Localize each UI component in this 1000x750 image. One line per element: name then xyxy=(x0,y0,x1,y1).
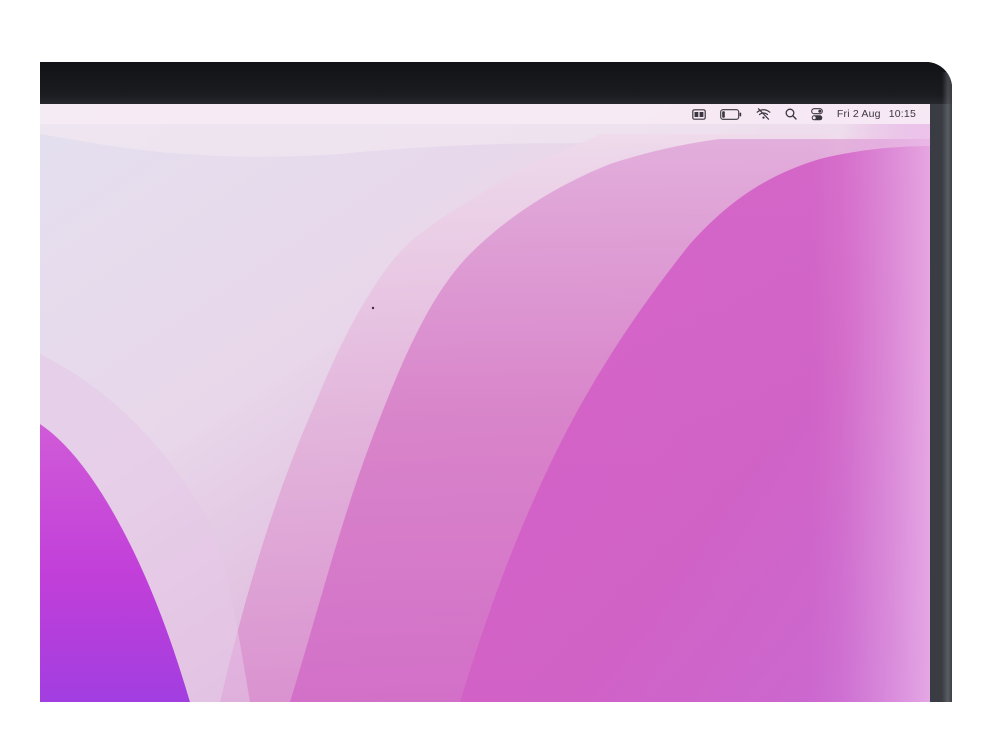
menubar-date[interactable]: Fri 2 Aug xyxy=(837,108,881,120)
control-center-icon[interactable] xyxy=(811,104,823,124)
search-icon[interactable] xyxy=(785,104,797,124)
battery-icon[interactable] xyxy=(720,104,742,124)
desktop-wallpaper xyxy=(40,104,930,702)
display-icon[interactable] xyxy=(692,104,706,124)
laptop-lid: Fri 2 Aug 10:15 xyxy=(40,62,952,702)
display-screen: Fri 2 Aug 10:15 xyxy=(40,104,930,702)
laptop-photo: Fri 2 Aug 10:15 xyxy=(0,0,1000,750)
top-bezel xyxy=(40,62,952,104)
wifi-off-icon[interactable] xyxy=(756,104,771,124)
menu-bar: Fri 2 Aug 10:15 xyxy=(40,104,930,124)
menubar-time[interactable]: 10:15 xyxy=(889,108,916,120)
